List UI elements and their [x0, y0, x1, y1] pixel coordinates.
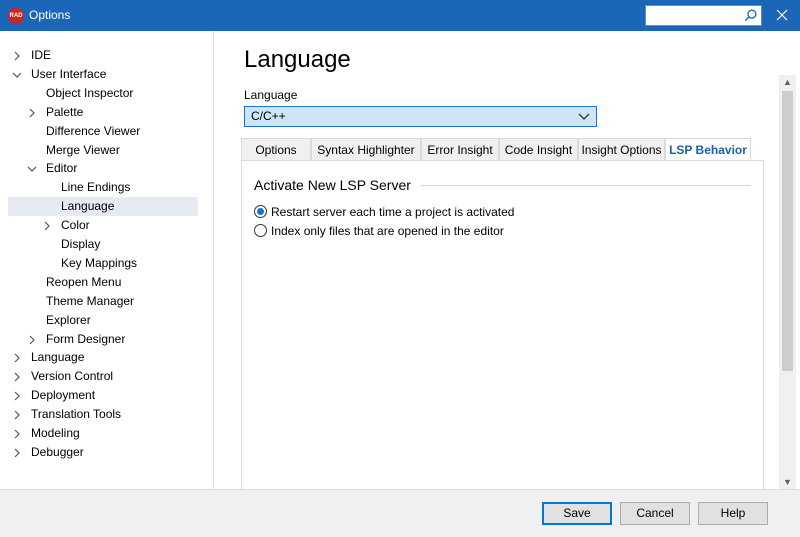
chevron-right-icon[interactable]: [12, 410, 22, 420]
search-icon[interactable]: [743, 8, 758, 23]
chevron-right-icon[interactable]: [12, 353, 22, 363]
close-icon: [776, 9, 788, 21]
tab-code-insight[interactable]: Code Insight: [499, 138, 578, 160]
save-button[interactable]: Save: [542, 502, 612, 525]
tree-item-label: IDE: [31, 48, 52, 62]
tree-item-label: Form Designer: [46, 331, 126, 346]
group-title: Activate New LSP Server: [254, 177, 411, 193]
main-panel: Language Language C/C++ Options Syntax Hi…: [214, 31, 800, 489]
tree-item-label: Line Endings: [61, 180, 131, 195]
tree-item[interactable]: Color: [8, 216, 198, 235]
tree-item[interactable]: Deployment: [8, 386, 198, 405]
chevron-down-icon[interactable]: [27, 164, 37, 174]
options-tree[interactable]: IDE User Interface Object Inspector Palette…: [0, 31, 213, 489]
tree-item[interactable]: Palette: [8, 103, 198, 122]
tree-item-label: Modeling: [31, 426, 80, 440]
page-title: Language: [244, 46, 351, 73]
chevron-right-icon[interactable]: [12, 51, 22, 61]
chevron-right-icon[interactable]: [12, 372, 22, 382]
tree-item-label: Display: [61, 237, 101, 251]
chevron-down-icon: [578, 113, 590, 120]
lsp-behavior-panel: Activate New LSP Server Restart server e…: [241, 160, 764, 489]
tree-item-label: Language: [31, 350, 85, 365]
tree-item-label: Palette: [46, 104, 84, 119]
tree-item[interactable]: IDE: [8, 46, 198, 65]
tree-item[interactable]: Modeling: [8, 424, 198, 443]
language-select-value: C/C++: [251, 109, 286, 123]
chevron-right-icon[interactable]: [12, 448, 22, 458]
radio-button[interactable]: [254, 224, 267, 237]
radio-label: Restart server each time a project is ac…: [271, 205, 515, 219]
tree-item-label: Difference Viewer: [46, 123, 141, 138]
tab-syntax-highlighter[interactable]: Syntax Highlighter: [311, 138, 421, 160]
tree-item[interactable]: Difference Viewer: [8, 122, 198, 141]
tree-item-label: Theme Manager: [46, 293, 135, 308]
title-bar: RAD Options: [0, 0, 800, 31]
scroll-up-arrow-icon[interactable]: ▲: [779, 75, 796, 89]
language-label: Language: [244, 88, 298, 102]
tree-item-label: Reopen Menu: [46, 274, 122, 289]
tree-item-label: Debugger: [31, 444, 84, 459]
scroll-down-arrow-icon[interactable]: ▼: [779, 475, 796, 489]
tree-item[interactable]: Explorer: [8, 311, 198, 330]
radio-button-checked[interactable]: [254, 205, 267, 218]
tree-item-label: Explorer: [46, 312, 91, 327]
scrollbar-thumb[interactable]: [782, 91, 793, 371]
radio-label: Index only files that are opened in the …: [271, 224, 504, 238]
tree-item[interactable]: Display: [8, 235, 198, 254]
tab-lsp-behavior[interactable]: LSP Behavior: [665, 138, 751, 160]
tab-error-insight[interactable]: Error Insight: [421, 138, 499, 160]
tree-item-label: Editor: [46, 161, 78, 176]
tree-item-label: Language: [61, 199, 115, 214]
chevron-right-icon[interactable]: [42, 221, 52, 231]
chevron-right-icon[interactable]: [12, 429, 22, 439]
tree-item-label: Merge Viewer: [46, 142, 120, 157]
tree-item[interactable]: Editor: [8, 159, 198, 178]
tree-item[interactable]: Debugger: [8, 443, 198, 462]
tab-insight-options[interactable]: Insight Options: [578, 138, 665, 160]
tree-item-label: Version Control: [31, 369, 114, 384]
chevron-right-icon[interactable]: [12, 391, 22, 401]
rad-app-icon: RAD: [8, 8, 24, 24]
tree-item[interactable]: Line Endings: [8, 178, 198, 197]
tree-item[interactable]: Theme Manager: [8, 292, 198, 311]
tree-item[interactable]: User Interface: [8, 65, 198, 84]
group-divider: [421, 185, 751, 186]
tree-item-label: Object Inspector: [46, 85, 134, 100]
tree-item[interactable]: Key Mappings: [8, 254, 198, 273]
tree-item[interactable]: Merge Viewer: [8, 141, 198, 160]
chevron-down-icon[interactable]: [12, 70, 22, 80]
tree-item-label: Key Mappings: [61, 255, 138, 270]
tree-item-label: Translation Tools: [31, 407, 122, 422]
tree-item[interactable]: Reopen Menu: [8, 273, 198, 292]
search-input[interactable]: [645, 5, 762, 26]
vertical-scrollbar[interactable]: ▲ ▼: [779, 75, 796, 489]
dialog-footer: Save Cancel Help: [0, 489, 800, 537]
tree-item[interactable]: Translation Tools: [8, 405, 198, 424]
tree-item[interactable]: Object Inspector: [8, 84, 198, 103]
tree-item-label: Color: [61, 218, 90, 233]
window-title: Options: [29, 8, 71, 22]
chevron-right-icon[interactable]: [27, 108, 37, 118]
language-select[interactable]: C/C++: [244, 106, 597, 127]
help-button[interactable]: Help: [698, 502, 768, 525]
tree-item[interactable]: Language: [8, 348, 198, 367]
close-button[interactable]: [769, 3, 795, 27]
tree-item-label: Deployment: [31, 388, 96, 403]
chevron-right-icon[interactable]: [27, 335, 37, 345]
tree-item-label: User Interface: [31, 66, 107, 81]
tree-item[interactable]: Version Control: [8, 367, 198, 386]
tree-item[interactable]: Form Designer: [8, 330, 198, 349]
tab-options[interactable]: Options: [241, 138, 311, 160]
cancel-button[interactable]: Cancel: [620, 502, 690, 525]
tree-item[interactable]: Language: [8, 197, 198, 217]
